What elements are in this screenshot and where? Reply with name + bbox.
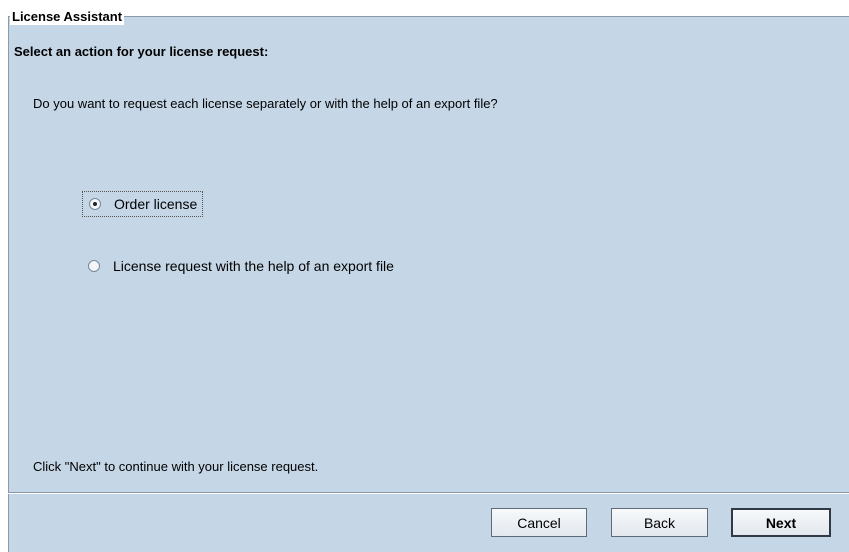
- question-text: Do you want to request each license sepa…: [33, 96, 498, 111]
- license-assistant-window: License Assistant Select an action for y…: [0, 0, 849, 552]
- hint-text: Click "Next" to continue with your licen…: [33, 459, 319, 474]
- page-heading: Select an action for your license reques…: [14, 44, 269, 59]
- radio-export-file-request[interactable]: License request with the help of an expo…: [88, 256, 394, 276]
- radio-selected-icon[interactable]: [89, 198, 101, 210]
- cancel-button[interactable]: Cancel: [491, 508, 587, 537]
- group-title: License Assistant: [10, 9, 125, 25]
- radio-unselected-icon[interactable]: [88, 260, 100, 272]
- radio-dot: [93, 202, 97, 206]
- radio-order-license-label[interactable]: Order license: [114, 196, 197, 212]
- radio-order-license[interactable]: Order license: [82, 191, 204, 217]
- footer-separator: [8, 492, 849, 494]
- back-button[interactable]: Back: [611, 508, 708, 537]
- radio-export-file-request-label[interactable]: License request with the help of an expo…: [113, 258, 394, 274]
- next-button[interactable]: Next: [731, 508, 831, 537]
